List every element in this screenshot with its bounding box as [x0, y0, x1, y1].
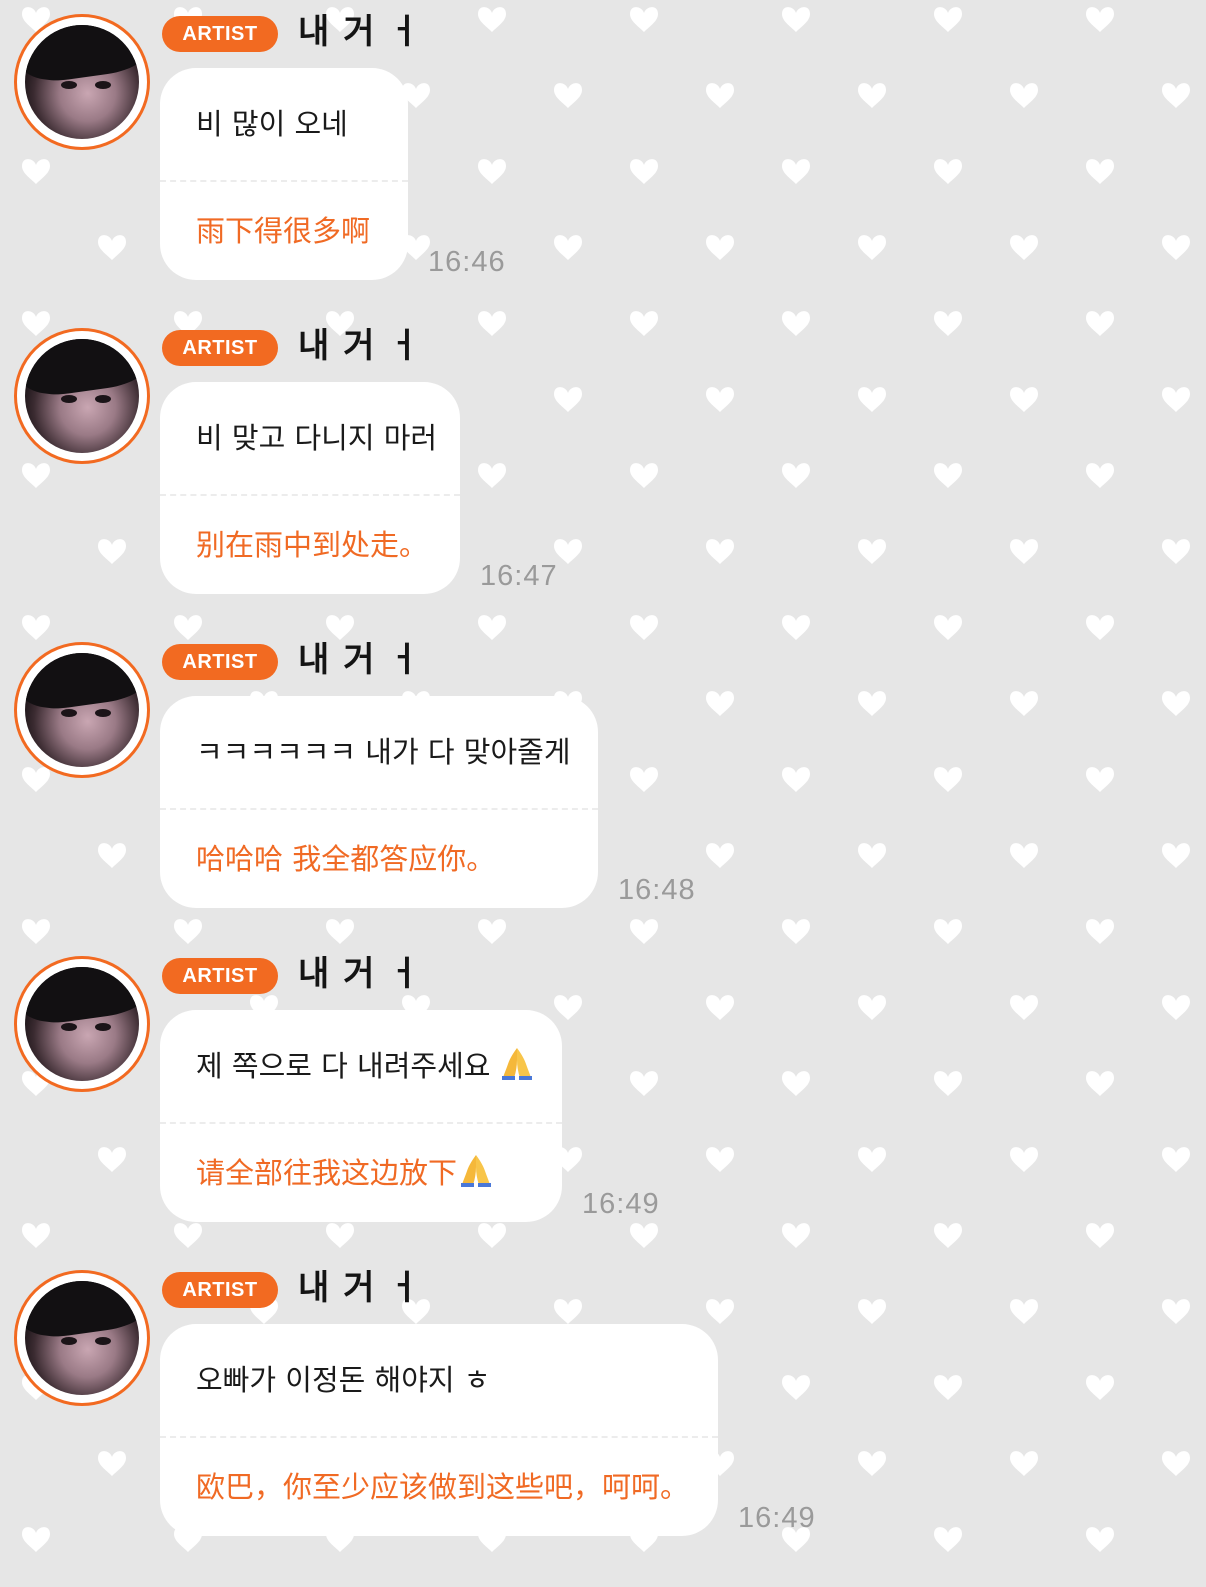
- message-timestamp: 16:49: [582, 1188, 660, 1220]
- message-text: 제 쪽으로 다 내려주세요: [196, 1049, 491, 1083]
- message-bubble[interactable]: 비 많이 오네 雨下得很多啊: [160, 68, 408, 280]
- chat-message: ARTIST 내 거 ㅓ ㅋㅋㅋㅋㅋㅋ 내가 다 맞아줄게 哈哈哈 我全都答应你…: [0, 628, 1206, 928]
- message-timestamp: 16:48: [618, 874, 696, 906]
- sender-name: 내 거 ㅓ: [298, 1268, 421, 1308]
- message-timestamp: 16:49: [738, 1502, 816, 1534]
- sender-name: 내 거 ㅓ: [298, 326, 421, 366]
- message-bubble[interactable]: 비 맞고 다니지 마러 别在雨中到处走。: [160, 382, 460, 594]
- artist-badge: ARTIST: [162, 330, 278, 366]
- chat-message: ARTIST 내 거 ㅓ 비 맞고 다니지 마러 别在雨中到处走。 16:47: [0, 314, 1206, 614]
- chat-message: ARTIST 내 거 ㅓ 오빠가 이정돈 해야지 ㅎ 欧巴，你至少应该做到这些吧…: [0, 1256, 1206, 1556]
- message-text: ㅋㅋㅋㅋㅋㅋ 내가 다 맞아줄게: [196, 735, 571, 769]
- sender-name: 내 거 ㅓ: [298, 12, 421, 52]
- artist-badge: ARTIST: [162, 644, 278, 680]
- translation-text-row: 请全部往我这边放下: [196, 1124, 526, 1222]
- translation-text: 雨下得很多啊: [196, 214, 371, 248]
- message-bubble[interactable]: ㅋㅋㅋㅋㅋㅋ 내가 다 맞아줄게 哈哈哈 我全都答应你。: [160, 696, 598, 908]
- message-bubble[interactable]: 오빠가 이정돈 해야지 ㅎ 欧巴，你至少应该做到这些吧，呵呵。: [160, 1324, 718, 1536]
- avatar[interactable]: [14, 328, 150, 464]
- chat-message: ARTIST 내 거 ㅓ 비 많이 오네 雨下得很多啊 16:46: [0, 0, 1206, 300]
- sender-name: 내 거 ㅓ: [298, 640, 421, 680]
- message-text: 오빠가 이정돈 해야지 ㅎ: [196, 1363, 491, 1397]
- artist-badge: ARTIST: [162, 16, 278, 52]
- avatar[interactable]: [14, 642, 150, 778]
- avatar[interactable]: [14, 1270, 150, 1406]
- message-timestamp: 16:46: [428, 246, 506, 278]
- translation-text: 别在雨中到处走。: [196, 528, 429, 562]
- avatar[interactable]: [14, 956, 150, 1092]
- chat-message: ARTIST 내 거 ㅓ 제 쪽으로 다 내려주세요 请全部往我这边放下 16:…: [0, 942, 1206, 1242]
- message-timestamp: 16:47: [480, 560, 558, 592]
- folded-hands-icon: [498, 1044, 536, 1082]
- folded-hands-icon: [457, 1151, 495, 1189]
- artist-badge: ARTIST: [162, 958, 278, 994]
- artist-badge: ARTIST: [162, 1272, 278, 1308]
- translation-text: 请全部往我这边放下: [196, 1156, 458, 1190]
- sender-name: 내 거 ㅓ: [298, 954, 421, 994]
- translation-text: 哈哈哈 我全都答应你。: [196, 842, 496, 876]
- translation-text: 欧巴，你至少应该做到这些吧，呵呵。: [196, 1470, 690, 1504]
- chat-feed: ARTIST 내 거 ㅓ 비 많이 오네 雨下得很多啊 16:46 ARTIST…: [0, 0, 1206, 1587]
- message-bubble[interactable]: 제 쪽으로 다 내려주세요 请全部往我这边放下: [160, 1010, 562, 1222]
- avatar[interactable]: [14, 14, 150, 150]
- message-text-row: 제 쪽으로 다 내려주세요: [196, 1010, 533, 1122]
- message-text: 비 맞고 다니지 마러: [196, 421, 438, 455]
- message-text: 비 많이 오네: [196, 107, 348, 141]
